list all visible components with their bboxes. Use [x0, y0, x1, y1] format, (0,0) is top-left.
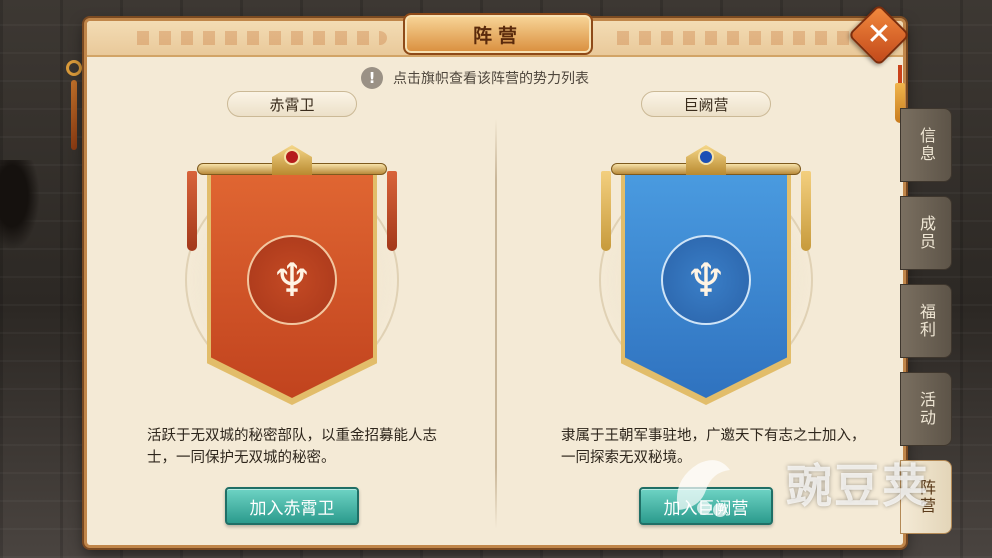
- camp-name-label: 赤霄卫: [227, 91, 357, 117]
- blue-banner[interactable]: ♆: [591, 123, 821, 408]
- sword-emblem-icon: ♆: [661, 235, 751, 325]
- sapphire-gem-icon: [698, 149, 714, 165]
- close-icon[interactable]: ✕: [857, 13, 901, 57]
- header-cloud-ornament-right: [607, 31, 867, 45]
- camp-divider: [495, 119, 497, 529]
- join-red-camp-button[interactable]: 加入赤霄卫: [225, 487, 359, 525]
- banner-tassel-icon: [387, 171, 397, 251]
- camp-card-red: 赤霄卫 ♆ 活跃于无双城的秘密部队，以重金招募能人志士，一同保护无双城的秘密。 …: [97, 89, 477, 539]
- camp-description: 隶属于王朝军事驻地，广邀天下有志之士加入，一同探索无双秘境。: [561, 428, 866, 466]
- tab-activity[interactable]: 活动: [900, 372, 952, 446]
- tab-info[interactable]: 信息: [900, 108, 952, 182]
- tab-members[interactable]: 成员: [900, 196, 952, 270]
- exclamation-icon: !: [361, 67, 383, 89]
- ruby-gem-icon: [284, 149, 300, 165]
- hanging-charm-icon: [66, 60, 82, 160]
- banner-tassel-icon: [601, 171, 611, 251]
- title-plaque: 阵营: [403, 13, 593, 55]
- join-blue-camp-button[interactable]: 加入巨阙营: [639, 487, 773, 525]
- notice-text: 点击旗帜查看该阵营的势力列表: [393, 71, 589, 87]
- tab-camp[interactable]: 阵营: [900, 460, 952, 534]
- camp-description: 活跃于无双城的秘密部队，以重金招募能人志士，一同保护无双城的秘密。: [147, 428, 437, 466]
- background-character: [0, 160, 40, 250]
- camp-name-label: 巨阙营: [641, 91, 771, 117]
- camp-dialog: 阵营 ✕ ! 点击旗帜查看该阵营的势力列表 赤霄卫 ♆ 活跃于无双城的秘密部队，…: [84, 3, 911, 548]
- dialog-title: 阵营: [472, 24, 523, 47]
- tab-welfare[interactable]: 福利: [900, 284, 952, 358]
- banner-tassel-icon: [187, 171, 197, 251]
- header-cloud-ornament-left: [127, 31, 387, 45]
- emblem-glyph: ♆: [271, 253, 313, 307]
- banner-tassel-icon: [801, 171, 811, 251]
- notice-bar: ! 点击旗帜查看该阵营的势力列表: [361, 67, 589, 89]
- trident-emblem-icon: ♆: [247, 235, 337, 325]
- camp-card-blue: 巨阙营 ♆ 隶属于王朝军事驻地，广邀天下有志之士加入，一同探索无双秘境。 加入巨…: [511, 89, 891, 539]
- emblem-glyph: ♆: [685, 253, 727, 307]
- red-banner[interactable]: ♆: [177, 123, 407, 408]
